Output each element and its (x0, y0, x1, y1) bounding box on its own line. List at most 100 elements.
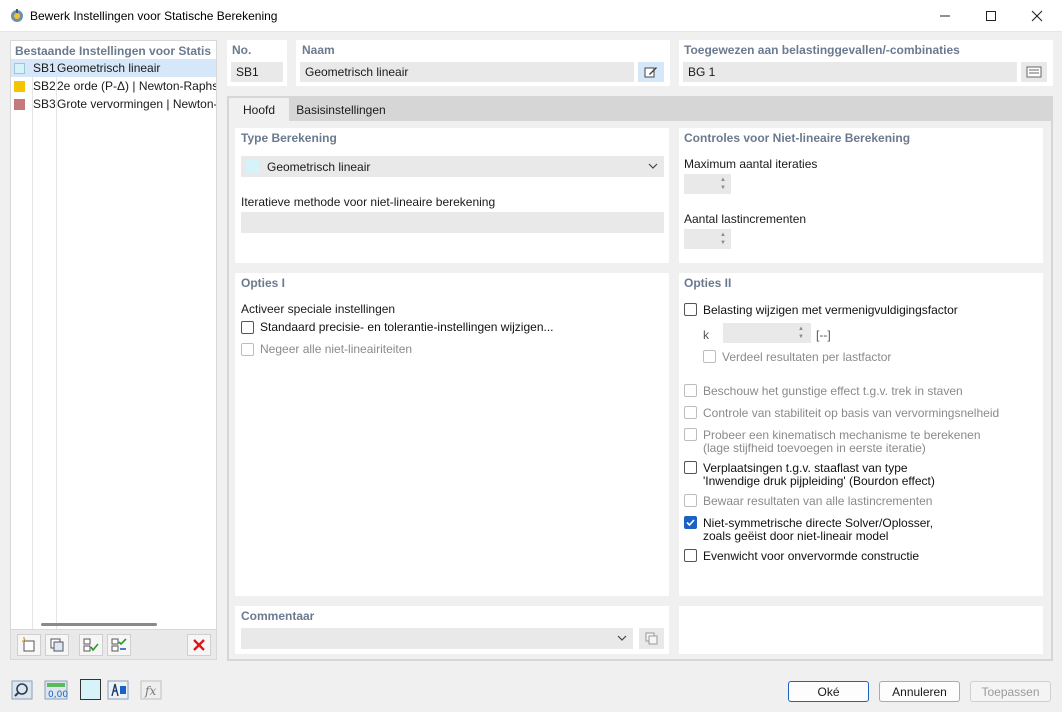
check-button[interactable] (79, 634, 103, 656)
list-item-sb2[interactable]: SB2 2e orde (P-Δ) | Newton-Raphson (11, 77, 216, 95)
precision-checkbox-label: Standaard precisie- en tolerantie-instel… (260, 320, 554, 334)
list-item-label: Geometrisch lineair (57, 61, 161, 75)
assigned-label: Toegewezen aan belastinggevallen/-combin… (684, 43, 960, 57)
opties-2-title: Opties II (684, 276, 732, 290)
load-increments-stepper: ▲ ▼ (684, 229, 731, 249)
opties-1-panel: Opties I Activeer speciale instellingen … (235, 273, 669, 596)
close-icon (1031, 10, 1043, 22)
minimize-button[interactable] (922, 0, 968, 32)
empty-panel (679, 606, 1043, 654)
max-iterations-label: Maximum aantal iteraties (684, 157, 818, 171)
spin-down-icon: ▼ (798, 334, 804, 340)
spin-down-icon: ▼ (720, 185, 726, 191)
search-help-icon (11, 680, 33, 699)
ok-button[interactable]: Oké (788, 681, 869, 702)
load-increments-label: Aantal lastincrementen (684, 212, 807, 226)
max-iterations-stepper: ▲ ▼ (684, 174, 731, 194)
tab-basisinstellingen[interactable]: Basisinstellingen (291, 98, 391, 121)
new-item-icon (22, 637, 35, 652)
opties-1-title: Opties I (241, 276, 286, 290)
analysis-type-select[interactable]: Geometrisch lineair (241, 156, 664, 177)
maximize-icon (986, 11, 996, 21)
color-swatch (14, 80, 25, 92)
activate-special-label: Activeer speciale instellingen (241, 302, 396, 316)
comment-input[interactable] (241, 628, 633, 649)
window-title: Bewerk Instellingen voor Statische Berek… (30, 9, 278, 23)
equilibrium-label: Evenwicht voor onvervormde constructie (703, 549, 920, 563)
model-view-button[interactable] (106, 679, 130, 700)
function-icon: fx (140, 680, 162, 699)
k-stepper: ▲ ▼ (723, 323, 811, 343)
k-label: k (703, 328, 709, 342)
stability-label: Controle van stabiliteit op basis van ve… (703, 406, 1000, 420)
favorable-effect-label: Beschouw het gunstige effect t.g.v. trek… (703, 384, 963, 398)
select-loadcases-button[interactable] (1021, 62, 1047, 82)
tab-hoofd[interactable]: Hoofd (229, 98, 289, 121)
save-all-increments-label: Bewaar resultaten van alle lastincrement… (703, 494, 933, 508)
spin-down-icon: ▼ (720, 240, 726, 246)
list-select-icon (1026, 66, 1042, 78)
delete-setting-button[interactable] (187, 634, 211, 656)
stability-checkbox (684, 406, 697, 419)
type-berekening-title: Type Berekening (241, 131, 337, 145)
uncheck-button[interactable] (107, 634, 131, 656)
nonsymmetric-solver-checkbox[interactable] (684, 516, 697, 529)
structure-icon (107, 680, 129, 699)
list-item-code: SB2 (33, 79, 56, 93)
modify-load-label: Belasting wijzigen met vermenigvuldiging… (703, 303, 958, 317)
no-field-box: No. SB1 (227, 40, 287, 86)
opties-2-panel: Opties II Belasting wijzigen met vermeni… (679, 273, 1043, 596)
analysis-type-value: Geometrisch lineair (267, 159, 371, 174)
help-button[interactable] (10, 679, 34, 700)
checkmark-icon (686, 519, 695, 527)
name-field-box: Naam Geometrisch lineair (296, 40, 670, 86)
maximize-button[interactable] (968, 0, 1014, 32)
decimal-places-icon: 0,00 (44, 680, 68, 700)
app-icon (9, 8, 25, 24)
list-toolbar (11, 629, 216, 659)
svg-text:fx: fx (144, 684, 156, 698)
modify-load-checkbox[interactable] (684, 303, 697, 316)
controles-panel: Controles voor Niet-lineaire Berekening … (679, 128, 1043, 263)
type-berekening-panel: Type Berekening Geometrisch lineair Iter… (235, 128, 669, 263)
color-button[interactable] (80, 679, 101, 700)
spin-up-icon: ▲ (798, 326, 804, 332)
divide-results-label: Verdeel resultaten per lastfactor (722, 350, 892, 364)
new-setting-button[interactable] (17, 634, 41, 656)
list-item-sb3[interactable]: SB3 Grote vervormingen | Newton-Raphson (11, 95, 216, 113)
assigned-field-box: Toegewezen aan belastinggevallen/-combin… (679, 40, 1053, 86)
minimize-icon (940, 15, 950, 17)
spin-up-icon: ▲ (720, 232, 726, 238)
cancel-button[interactable]: Annuleren (879, 681, 960, 702)
iterative-method-select (241, 212, 664, 233)
bourdon-checkbox[interactable] (684, 461, 697, 474)
list-item-code: SB1 (33, 61, 56, 75)
copy-setting-button[interactable] (45, 634, 69, 656)
horizontal-scrollbar[interactable] (41, 623, 157, 626)
check-list-icon (83, 638, 99, 652)
list-item-label: 2e orde (P-Δ) | Newton-Raphson (57, 79, 216, 93)
assigned-value: BG 1 (683, 62, 1017, 82)
chevron-down-icon (617, 635, 627, 641)
formula-button[interactable]: fx (139, 679, 163, 700)
favorable-effect-checkbox (684, 384, 697, 397)
close-button[interactable] (1014, 0, 1060, 32)
delete-icon (193, 639, 205, 651)
apply-button: Toepassen (970, 681, 1051, 702)
comment-copy-button[interactable] (639, 628, 664, 649)
color-swatch (246, 160, 259, 173)
edit-name-button[interactable] (638, 62, 664, 82)
save-all-increments-checkbox (684, 494, 697, 507)
list-item-code: SB3 (33, 97, 56, 111)
ignore-nonlinear-checkbox (241, 343, 254, 356)
precision-checkbox[interactable] (241, 321, 254, 334)
edit-icon (644, 67, 657, 78)
name-label: Naam (302, 43, 335, 57)
settings-list-header: Bestaande Instellingen voor Statische Be… (15, 44, 211, 58)
settings-list-panel: Bestaande Instellingen voor Statische Be… (10, 40, 217, 660)
name-input[interactable]: Geometrisch lineair (300, 62, 634, 82)
units-button[interactable]: 0,00 (44, 679, 68, 700)
list-item-sb1[interactable]: SB1 Geometrisch lineair (11, 59, 216, 77)
equilibrium-checkbox[interactable] (684, 549, 697, 562)
column-divider (56, 59, 57, 629)
